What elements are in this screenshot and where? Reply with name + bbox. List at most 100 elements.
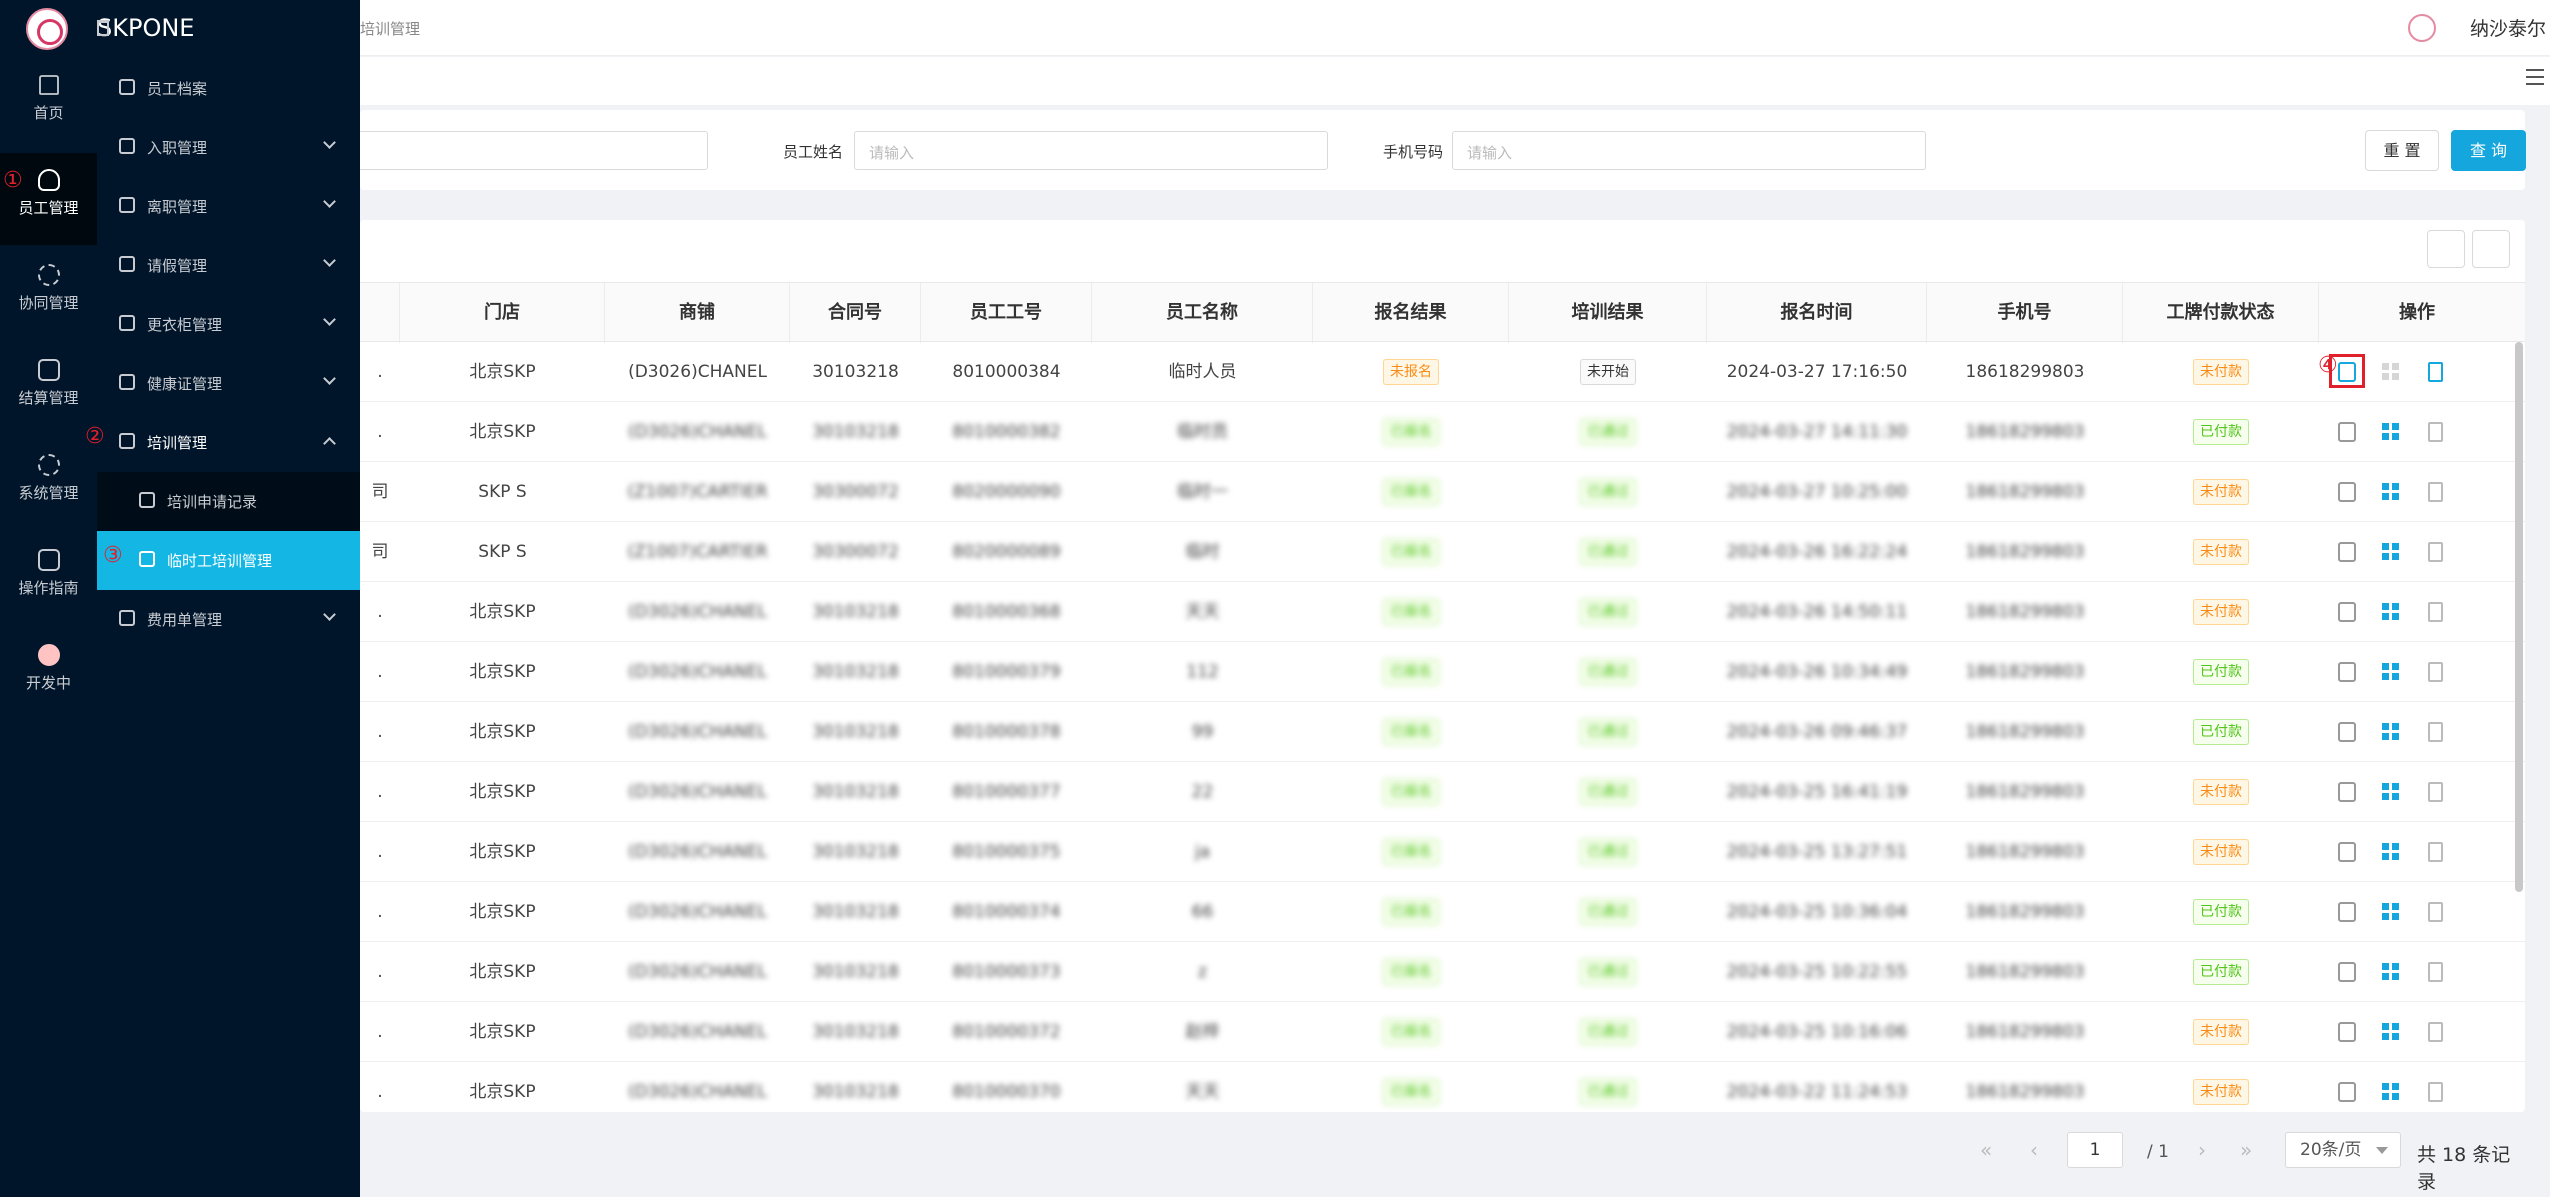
submenu-item-locker[interactable]: 更衣柜管理	[97, 295, 360, 354]
table-header: 门店 商铺 合同号 员工工号 员工名称 报名结果 培训结果 报名时间 手机号 工…	[360, 282, 2525, 343]
add-training-icon[interactable]	[2338, 422, 2356, 442]
col-contract[interactable]: 合同号	[790, 283, 921, 343]
add-training-icon[interactable]	[2338, 662, 2356, 682]
rail-item-guide[interactable]: 操作指南	[0, 533, 97, 625]
home-icon	[38, 75, 59, 95]
submenu-item-onboarding[interactable]: 入职管理	[97, 118, 360, 177]
submenu-item-temp-training[interactable]: 临时工培训管理	[97, 531, 360, 590]
name-input[interactable]: 请输入	[854, 131, 1328, 170]
rail-item-home[interactable]: 首页	[0, 58, 97, 150]
search-field-left[interactable]	[340, 131, 708, 170]
pin-icon[interactable]	[97, 20, 109, 36]
add-training-icon[interactable]	[2338, 722, 2356, 742]
rail-item-system[interactable]: 系统管理	[0, 438, 97, 530]
document-icon[interactable]	[2428, 602, 2443, 622]
user-name[interactable]: 纳沙泰尔	[2470, 14, 2546, 41]
menu-icon[interactable]	[2526, 69, 2544, 85]
add-training-icon[interactable]	[2338, 902, 2356, 922]
reset-button[interactable]: 重 置	[2365, 130, 2439, 171]
col-empname[interactable]: 员工名称	[1092, 283, 1313, 343]
details-grid-icon[interactable]	[2382, 483, 2400, 503]
details-grid-icon[interactable]	[2382, 903, 2400, 923]
next-page-icon[interactable]: ›	[2198, 1138, 2206, 1162]
add-training-icon[interactable]	[2338, 962, 2356, 982]
document-icon[interactable]	[2428, 422, 2443, 442]
details-grid-icon[interactable]	[2382, 423, 2400, 443]
rail-item-staff[interactable]: 员工管理	[0, 153, 97, 245]
col-store[interactable]: 门店	[400, 283, 605, 343]
col-pay[interactable]: 工牌付款状态	[2123, 283, 2319, 343]
details-grid-icon[interactable]	[2382, 843, 2400, 863]
cell-store: 北京SKP	[400, 882, 605, 942]
avatar[interactable]	[2408, 14, 2436, 42]
page-size-select[interactable]: 20条/页	[2285, 1132, 2401, 1168]
details-grid-icon[interactable]	[2382, 963, 2400, 983]
cell-phone-value: 18618299803	[1965, 1082, 2085, 1102]
add-training-icon[interactable]	[2338, 1082, 2356, 1102]
document-icon[interactable]	[2428, 482, 2443, 502]
page-input[interactable]: 1	[2067, 1132, 2123, 1168]
details-grid-icon[interactable]	[2382, 783, 2400, 803]
cell-shop-value: (Z1007)CARTIER	[627, 482, 768, 502]
details-grid-icon[interactable]	[2382, 723, 2400, 743]
cell-empno: 8010000373	[921, 942, 1092, 1002]
cell-empno-value: 8010000375	[952, 842, 1061, 862]
cell-train: 已通过	[1509, 822, 1707, 882]
cell-time: 2024-03-25 16:41:19	[1707, 762, 1927, 822]
col-time[interactable]: 报名时间	[1707, 283, 1927, 343]
cell-time-value: 2024-03-25 16:41:19	[1726, 782, 1908, 802]
document-icon[interactable]	[2428, 782, 2443, 802]
cell-prefix-value: .	[377, 1082, 383, 1102]
submenu-item-health[interactable]: 健康证管理	[97, 354, 360, 413]
fullscreen-icon[interactable]	[2427, 230, 2465, 268]
document-icon[interactable]	[2428, 542, 2443, 562]
col-enroll[interactable]: 报名结果	[1313, 283, 1509, 343]
breadcrumb[interactable]: 培训管理	[360, 18, 420, 39]
data-table: 门店 商铺 合同号 员工工号 员工名称 报名结果 培训结果 报名时间 手机号 工…	[360, 220, 2525, 1112]
scrollbar[interactable]	[2515, 342, 2523, 892]
submenu-item-training[interactable]: 培训管理	[97, 413, 360, 472]
col-empno[interactable]: 员工工号	[921, 283, 1092, 343]
add-training-icon[interactable]	[2338, 782, 2356, 802]
details-grid-icon[interactable]	[2382, 1023, 2400, 1043]
details-grid-icon[interactable]	[2382, 663, 2400, 683]
details-grid-icon[interactable]	[2382, 1083, 2400, 1103]
submenu-item-profile[interactable]: 员工档案	[97, 59, 360, 118]
last-page-icon[interactable]: »	[2240, 1138, 2252, 1162]
col-train[interactable]: 培训结果	[1509, 283, 1707, 343]
add-training-icon[interactable]	[2338, 542, 2356, 562]
phone-input[interactable]: 请输入	[1452, 131, 1926, 170]
document-icon[interactable]	[2428, 1082, 2443, 1102]
rail-item-collab[interactable]: 协同管理	[0, 248, 97, 340]
first-page-icon[interactable]: «	[1980, 1138, 1992, 1162]
rail-item-settlement[interactable]: 结算管理	[0, 343, 97, 435]
cell-shop: (D3026)CHANEL	[605, 642, 790, 702]
col-phone[interactable]: 手机号	[1927, 283, 2123, 343]
cell-time-value: 2024-03-27 14:11:30	[1726, 422, 1908, 442]
document-icon[interactable]	[2428, 842, 2443, 862]
add-training-icon[interactable]	[2338, 482, 2356, 502]
submenu-item-resignation[interactable]: 离职管理	[97, 177, 360, 236]
document-icon[interactable]	[2428, 722, 2443, 742]
document-icon[interactable]	[2428, 662, 2443, 682]
details-grid-icon[interactable]	[2382, 363, 2400, 383]
col-shop[interactable]: 商铺	[605, 283, 790, 343]
column-settings-icon[interactable]	[2472, 230, 2510, 268]
add-training-icon[interactable]	[2338, 602, 2356, 622]
details-grid-icon[interactable]	[2382, 603, 2400, 623]
submenu-item-leave[interactable]: 请假管理	[97, 236, 360, 295]
document-icon[interactable]	[2428, 902, 2443, 922]
submenu-item-training-records[interactable]: 培训申请记录	[97, 472, 360, 531]
cell-time-value: 2024-03-26 10:34:49	[1726, 662, 1908, 682]
document-icon[interactable]	[2428, 962, 2443, 982]
document-icon[interactable]	[2428, 1022, 2443, 1042]
document-icon[interactable]	[2428, 362, 2443, 382]
submenu-item-bills[interactable]: 费用单管理	[97, 590, 360, 649]
cell-enroll: 已报名	[1313, 1062, 1509, 1112]
add-training-icon[interactable]	[2338, 1022, 2356, 1042]
add-training-icon[interactable]	[2338, 842, 2356, 862]
details-grid-icon[interactable]	[2382, 543, 2400, 563]
prev-page-icon[interactable]: ‹	[2030, 1138, 2038, 1162]
rail-item-dev[interactable]: 开发中	[0, 628, 97, 720]
query-button[interactable]: 查 询	[2451, 130, 2526, 171]
